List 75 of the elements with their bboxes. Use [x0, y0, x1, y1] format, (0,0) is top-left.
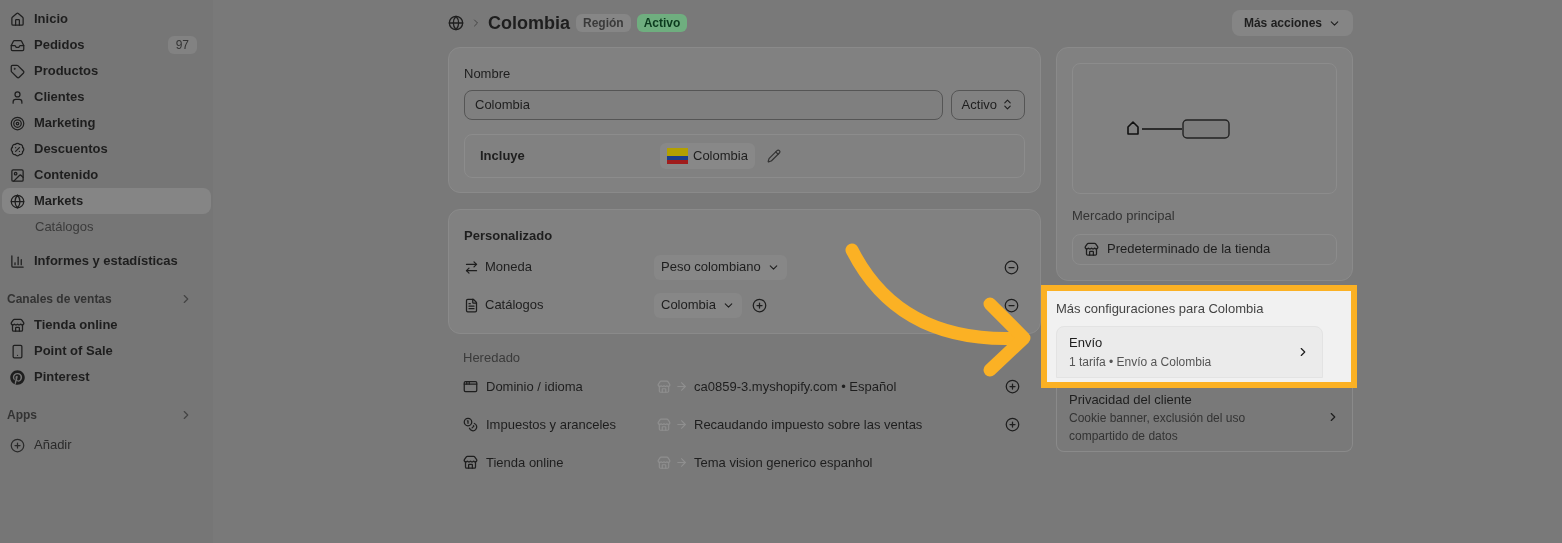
- exchange-icon: [464, 259, 479, 275]
- add-icon[interactable]: [1005, 417, 1020, 432]
- tag-icon: [10, 63, 25, 79]
- item-title: Privacidad del cliente: [1069, 390, 1193, 409]
- row-value: Recaudando impuesto sobre las ventas: [694, 415, 923, 434]
- status-badge: Activo: [636, 14, 688, 32]
- settings-item[interactable]: Privacidad del cliente Cookie banner, exclusión del uso compartido de datos: [1056, 387, 1353, 452]
- row-label: Impuestos y aranceles: [486, 415, 617, 434]
- field-label: Nombre: [464, 65, 512, 83]
- document-icon: [464, 297, 479, 313]
- sidebar-item[interactable]: Pedidos 97: [2, 32, 211, 58]
- row-label: Dominio / idioma: [486, 377, 583, 396]
- section-title: Más configuraciones para Colombia: [1056, 299, 1265, 318]
- name-input[interactable]: Colombia: [464, 89, 943, 120]
- sidebar-item[interactable]: Tienda online: [2, 312, 211, 338]
- store-icon: [10, 317, 25, 333]
- bar-chart-icon: [10, 253, 25, 269]
- add-icon[interactable]: [751, 297, 767, 313]
- pencil-icon[interactable]: [766, 148, 781, 163]
- item-subtitle: 1 tarifa • Envío a Colombia: [1069, 353, 1212, 371]
- phone-icon: [10, 343, 25, 359]
- row-value: Tema vision generico espanhol: [694, 453, 873, 472]
- add-icon[interactable]: [1005, 379, 1020, 394]
- country-chip: Colombia: [660, 142, 755, 169]
- status-select[interactable]: Activo: [950, 89, 1025, 120]
- sidebar-item[interactable]: Point of Sale: [2, 338, 211, 364]
- more-actions-button[interactable]: Más acciones: [1231, 10, 1353, 36]
- item-title: Envío: [1069, 334, 1104, 352]
- dropdown[interactable]: Colombia: [654, 292, 742, 318]
- coins-icon: [463, 417, 478, 432]
- section-title: Personalizado: [464, 226, 554, 245]
- sidebar-item[interactable]: Catálogos: [2, 214, 211, 240]
- sidebar-item[interactable]: Inicio: [2, 6, 211, 32]
- store-icon: [463, 455, 478, 470]
- remove-icon[interactable]: [1004, 297, 1019, 313]
- plus-circle-icon: [10, 437, 25, 453]
- item-subtitle: Cookie banner, exclusión del uso compartido de datos: [1069, 410, 1247, 445]
- globe-icon: [10, 193, 25, 209]
- row-label: Catálogos: [485, 296, 544, 315]
- pinterest-icon: [10, 369, 25, 385]
- row-value: ca0859-3.myshopify.com • Español: [694, 377, 897, 396]
- sidebar-item[interactable]: Pinterest: [2, 364, 211, 390]
- row-label: Moneda: [485, 258, 532, 277]
- field-label: Mercado principal: [1072, 207, 1176, 225]
- remove-icon[interactable]: [1004, 259, 1019, 275]
- percent-badge-icon: [10, 141, 25, 157]
- flag-icon: [667, 147, 688, 164]
- page-title: Colombia: [488, 11, 570, 35]
- window-icon: [463, 379, 478, 394]
- inbox-icon: [10, 37, 25, 53]
- home-icon: [10, 11, 25, 27]
- sidebar-item[interactable]: Clientes: [2, 84, 211, 110]
- count-badge: 97: [167, 36, 197, 54]
- target-icon: [10, 115, 25, 131]
- sidebar-item[interactable]: Informes y estadísticas: [2, 248, 211, 274]
- add-button[interactable]: Añadir: [2, 432, 211, 458]
- person-icon: [10, 89, 25, 105]
- store-icon: [1084, 241, 1099, 257]
- globe-icon: [448, 15, 464, 31]
- sidebar-item[interactable]: Marketing: [2, 110, 211, 136]
- status-badge: Región: [576, 14, 631, 32]
- market-field[interactable]: Predeterminado de la tienda: [1072, 233, 1337, 265]
- dropdown[interactable]: Peso colombiano: [654, 254, 787, 280]
- image-icon: [10, 167, 25, 183]
- up-down-icon: [1001, 98, 1014, 111]
- includes-label: Incluye: [480, 146, 526, 165]
- sidebar-item[interactable]: Markets: [2, 188, 211, 214]
- row-label: Tienda online: [486, 453, 564, 472]
- section-title: Canales de ventas: [7, 291, 112, 308]
- settings-item[interactable]: Envío 1 tarifa • Envío a Colombia: [1056, 326, 1323, 378]
- sidebar-item[interactable]: Descuentos: [2, 136, 211, 162]
- sidebar-item[interactable]: Productos: [2, 58, 211, 84]
- sidebar-item[interactable]: Contenido: [2, 162, 211, 188]
- section-title: Apps: [7, 407, 37, 424]
- section-title: Heredado: [463, 349, 522, 367]
